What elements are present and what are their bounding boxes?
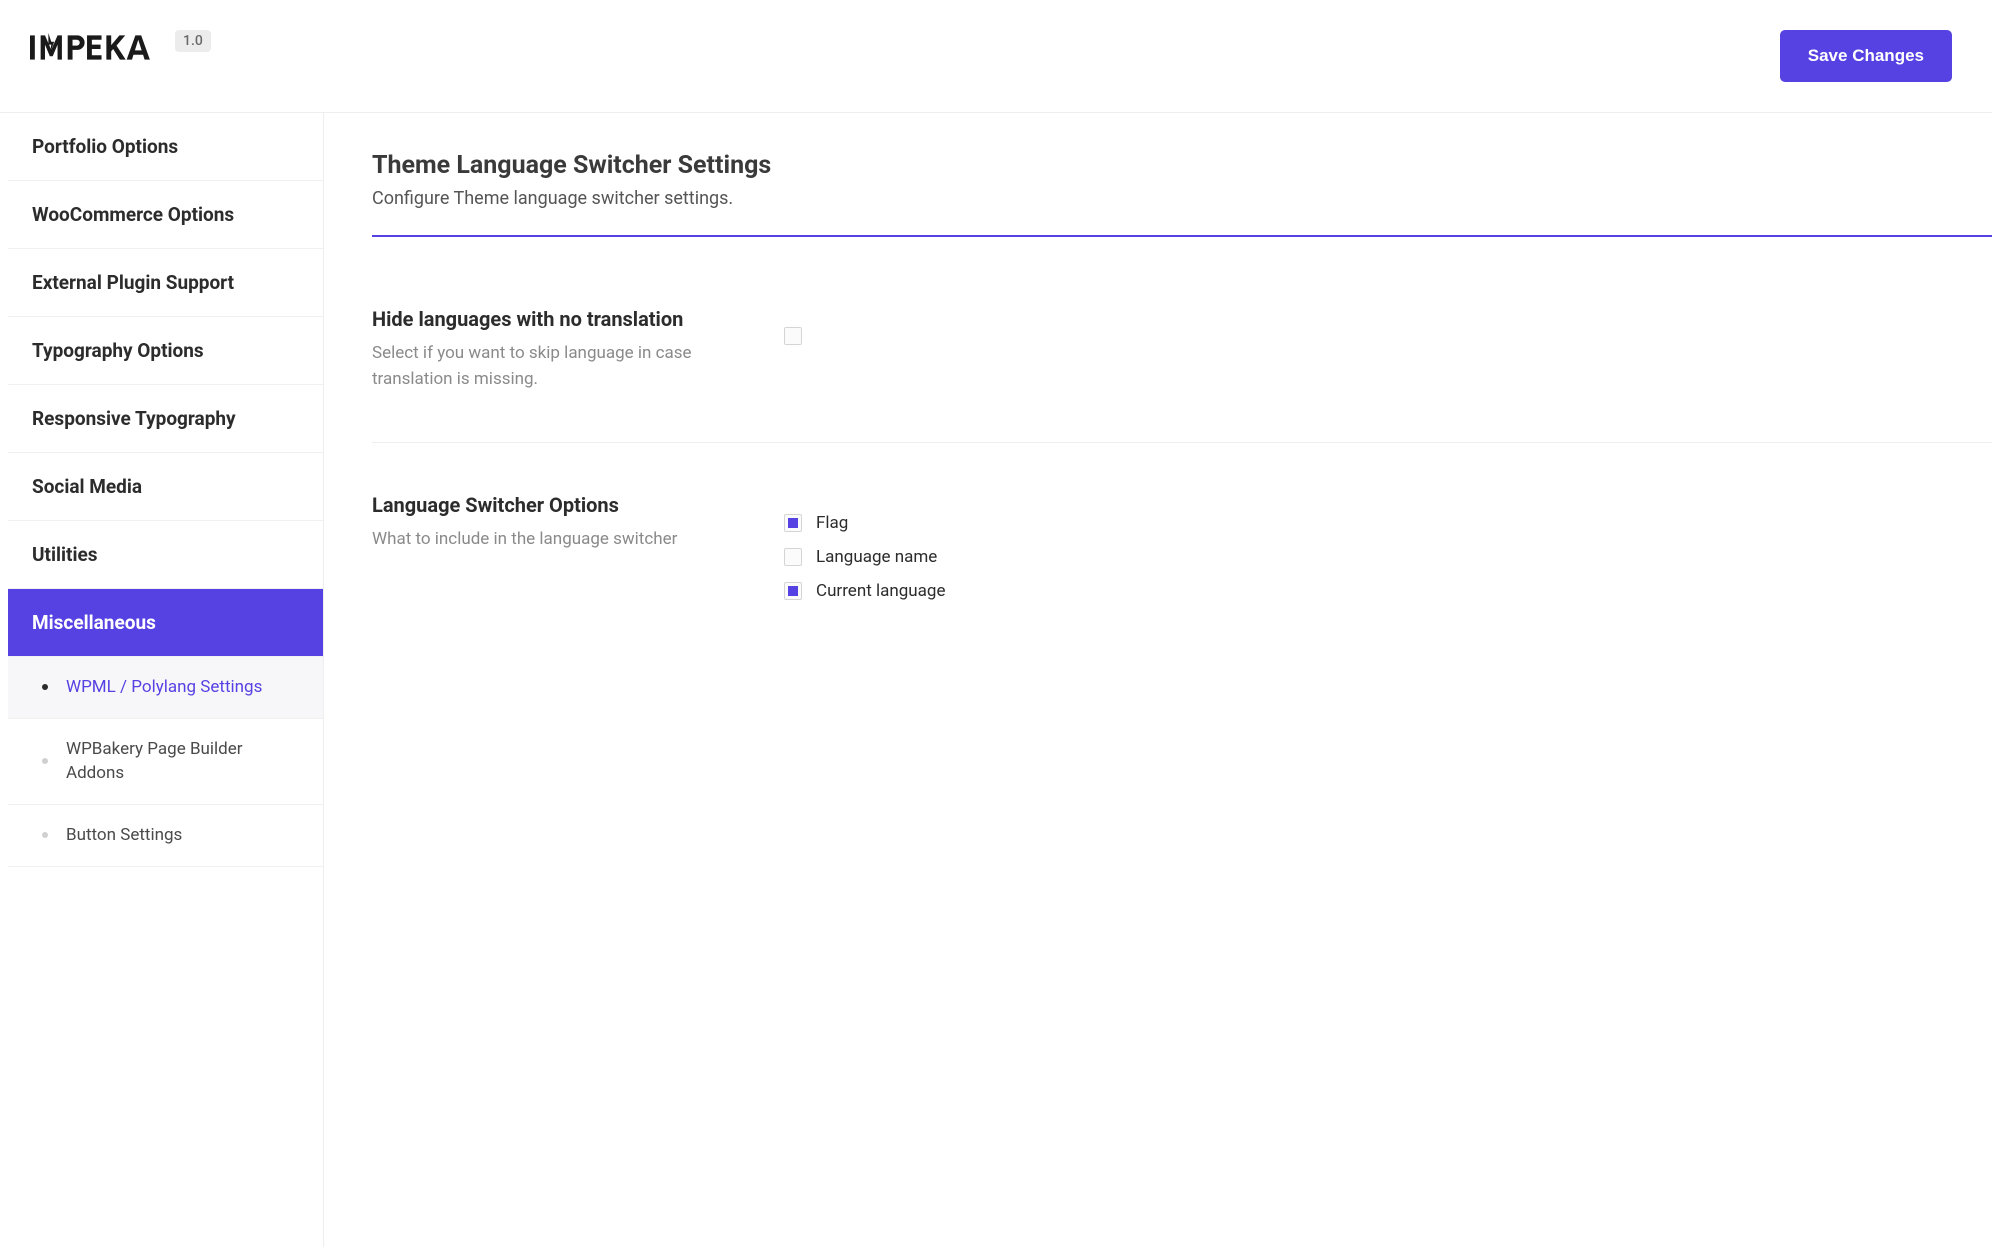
setting-label: Hide languages with no translation: [372, 307, 754, 331]
checkbox-label: Current language: [816, 581, 945, 601]
checkbox-language-name[interactable]: Language name: [784, 547, 1992, 567]
checkbox-label: Flag: [816, 513, 848, 533]
version-badge: 1.0: [175, 30, 211, 52]
sidebar-item-typography[interactable]: Typography Options: [8, 317, 323, 385]
sidebar-subitem-button-settings[interactable]: Button Settings: [8, 805, 323, 867]
setting-desc: What to include in the language switcher: [372, 527, 754, 553]
checkbox-hide-languages[interactable]: [784, 327, 1992, 345]
setting-right: [784, 307, 1992, 359]
setting-desc: Select if you want to skip language in c…: [372, 341, 754, 392]
setting-right: Flag Language name Current language: [784, 493, 1992, 615]
save-button[interactable]: Save Changes: [1780, 30, 1952, 82]
setting-label: Language Switcher Options: [372, 493, 754, 517]
setting-left: Hide languages with no translation Selec…: [372, 307, 784, 392]
sidebar: Portfolio Options WooCommerce Options Ex…: [8, 113, 324, 1247]
sidebar-item-responsive-typography[interactable]: Responsive Typography: [8, 385, 323, 453]
sidebar-item-external-plugin[interactable]: External Plugin Support: [8, 249, 323, 317]
sidebar-subitem-wpml[interactable]: WPML / Polylang Settings: [8, 657, 323, 719]
page-title: Theme Language Switcher Settings: [372, 151, 1992, 180]
checkbox-label: Language name: [816, 547, 937, 567]
checkbox-box[interactable]: [784, 514, 802, 532]
logo-wrap: 1.0: [30, 30, 211, 65]
logo: [30, 30, 175, 65]
setting-left: Language Switcher Options What to includ…: [372, 493, 784, 553]
checkbox-current-language[interactable]: Current language: [784, 581, 1992, 601]
setting-switcher-options: Language Switcher Options What to includ…: [372, 493, 1992, 615]
sidebar-item-woocommerce[interactable]: WooCommerce Options: [8, 181, 323, 249]
sidebar-item-social-media[interactable]: Social Media: [8, 453, 323, 521]
page-subtitle: Configure Theme language switcher settin…: [372, 188, 1992, 209]
header: 1.0 Save Changes: [0, 0, 1992, 113]
content: Theme Language Switcher Settings Configu…: [324, 113, 1992, 1247]
sidebar-item-portfolio[interactable]: Portfolio Options: [8, 113, 323, 181]
sidebar-subitem-wpbakery[interactable]: WPBakery Page Builder Addons: [8, 719, 323, 805]
checkbox-box[interactable]: [784, 327, 802, 345]
body-wrap: Portfolio Options WooCommerce Options Ex…: [0, 113, 1992, 1247]
sidebar-item-utilities[interactable]: Utilities: [8, 521, 323, 589]
checkbox-flag[interactable]: Flag: [784, 513, 1992, 533]
checkbox-box[interactable]: [784, 582, 802, 600]
setting-hide-languages: Hide languages with no translation Selec…: [372, 307, 1992, 443]
accent-divider: [372, 235, 1992, 237]
sidebar-item-miscellaneous[interactable]: Miscellaneous: [8, 589, 323, 657]
checkbox-box[interactable]: [784, 548, 802, 566]
